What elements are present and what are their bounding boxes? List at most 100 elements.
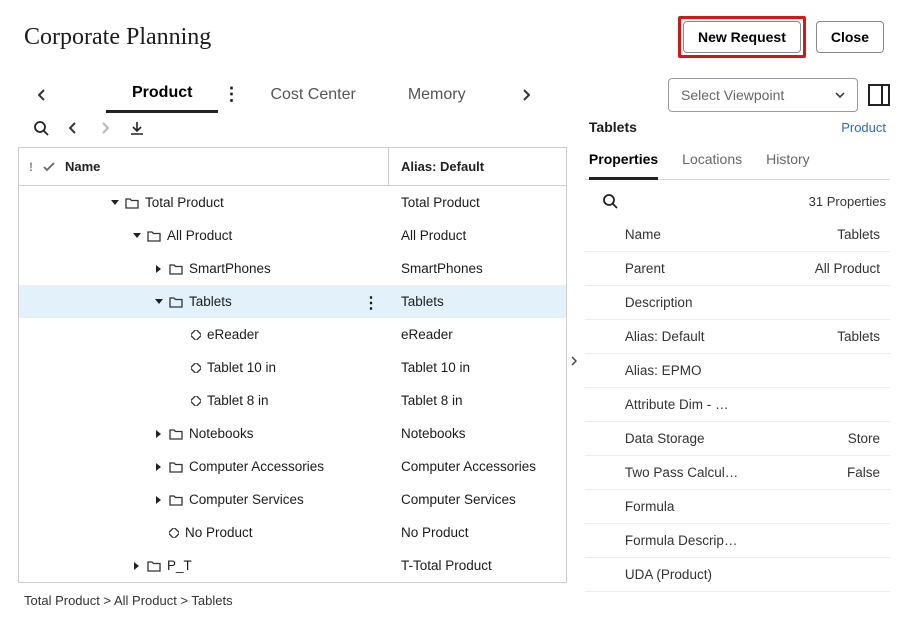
expander-toggle[interactable] bbox=[153, 430, 165, 438]
tree-row[interactable]: No ProductNo Product bbox=[19, 516, 566, 549]
property-row[interactable]: Formula bbox=[585, 490, 890, 524]
expander-toggle[interactable] bbox=[153, 299, 165, 305]
property-label: Attribute Dim - … bbox=[625, 397, 729, 412]
node-alias: T-Total Product bbox=[389, 558, 566, 573]
property-label: Description bbox=[625, 295, 693, 310]
tree-row[interactable]: SmartPhones SmartPhones bbox=[19, 252, 566, 285]
details-title: Tablets bbox=[589, 119, 637, 135]
viewpoint-select[interactable]: Select Viewpoint bbox=[668, 78, 858, 112]
column-header-name[interactable]: Name bbox=[65, 159, 100, 174]
expander-toggle[interactable] bbox=[131, 233, 143, 239]
page-title: Corporate Planning bbox=[24, 24, 211, 51]
property-value: Tablets bbox=[837, 227, 880, 242]
details-type-link[interactable]: Product bbox=[841, 120, 886, 135]
folder-icon bbox=[147, 560, 161, 572]
property-row[interactable]: Attribute Dim - … bbox=[585, 388, 890, 422]
nav-back-icon[interactable] bbox=[64, 119, 82, 137]
node-label: Notebooks bbox=[189, 426, 254, 441]
download-icon[interactable] bbox=[128, 119, 146, 137]
expander-toggle[interactable] bbox=[109, 200, 121, 206]
viewpoint-tab[interactable]: Product bbox=[106, 76, 218, 113]
node-label: Tablet 10 in bbox=[207, 360, 276, 375]
tab-more-icon[interactable]: ⋮ bbox=[218, 84, 244, 105]
property-label: Parent bbox=[625, 261, 665, 276]
properties-search-icon[interactable] bbox=[601, 192, 619, 210]
property-row[interactable]: ParentAll Product bbox=[585, 252, 890, 286]
folder-icon bbox=[125, 197, 139, 209]
warning-header-icon[interactable]: ! bbox=[29, 160, 33, 174]
node-label: SmartPhones bbox=[189, 261, 271, 276]
tabs-next-button[interactable] bbox=[512, 81, 540, 109]
viewpoint-tab[interactable]: Cost Center bbox=[244, 78, 381, 112]
node-label: Computer Accessories bbox=[189, 459, 324, 474]
details-tab[interactable]: Locations bbox=[682, 151, 742, 179]
chevron-down-icon bbox=[835, 92, 845, 98]
node-alias: Notebooks bbox=[389, 426, 566, 441]
property-label: UDA (Product) bbox=[625, 567, 712, 582]
folder-icon bbox=[169, 263, 183, 275]
property-row[interactable]: UDA (Product) bbox=[585, 558, 890, 592]
viewpoint-placeholder: Select Viewpoint bbox=[681, 87, 784, 103]
new-request-button[interactable]: New Request bbox=[683, 21, 801, 53]
expander-toggle[interactable] bbox=[153, 496, 165, 504]
property-row[interactable]: Data Storage Store bbox=[585, 422, 890, 456]
property-row[interactable]: Name Tablets bbox=[585, 218, 890, 252]
tree-row[interactable]: Notebooks Notebooks bbox=[19, 417, 566, 450]
property-label: Data Storage bbox=[625, 431, 705, 446]
node-alias: Total Product bbox=[389, 195, 566, 210]
property-row[interactable]: Description bbox=[585, 286, 890, 320]
property-label: Name bbox=[625, 227, 661, 242]
row-actions-icon[interactable]: ⋮ bbox=[363, 293, 379, 313]
property-row[interactable]: Alias: EPMO bbox=[585, 354, 890, 388]
search-icon[interactable] bbox=[32, 119, 50, 137]
property-row[interactable]: Two Pass Calcul…False bbox=[585, 456, 890, 490]
node-alias: All Product bbox=[389, 228, 566, 243]
node-alias: Tablet 8 in bbox=[389, 393, 566, 408]
breadcrumb[interactable]: Total Product > All Product > Tablets bbox=[18, 583, 567, 608]
tree-row[interactable]: eReadereReader bbox=[19, 318, 566, 351]
expander-toggle[interactable] bbox=[153, 265, 165, 273]
tree-row[interactable]: Computer AccessoriesComputer Accessories bbox=[19, 450, 566, 483]
folder-icon bbox=[169, 494, 183, 506]
tree-row[interactable]: Tablets⋮Tablets bbox=[19, 285, 566, 318]
node-alias: Tablets bbox=[389, 294, 566, 309]
tree-row[interactable]: All Product All Product bbox=[19, 219, 566, 252]
nav-forward-icon[interactable] bbox=[96, 119, 114, 137]
tree-row[interactable]: Computer Services Computer Services bbox=[19, 483, 566, 516]
node-alias: No Product bbox=[389, 525, 566, 540]
column-header-alias[interactable]: Alias: Default bbox=[389, 148, 566, 185]
viewpoint-tab[interactable]: Memory bbox=[382, 78, 492, 112]
check-header-icon[interactable] bbox=[43, 162, 55, 172]
node-alias: Computer Services bbox=[389, 492, 566, 507]
leaf-icon bbox=[191, 330, 201, 340]
property-value: Tablets bbox=[837, 329, 880, 344]
panel-layout-toggle[interactable] bbox=[868, 84, 890, 106]
expander-toggle[interactable] bbox=[131, 562, 143, 570]
property-row[interactable]: Alias: Default Tablets bbox=[585, 320, 890, 354]
folder-icon bbox=[169, 296, 183, 308]
property-row[interactable]: Formula Descrip… bbox=[585, 524, 890, 558]
node-label: Tablet 8 in bbox=[207, 393, 269, 408]
property-value: Store bbox=[848, 431, 880, 446]
node-alias: eReader bbox=[389, 327, 566, 342]
pane-resize-handle[interactable] bbox=[567, 113, 581, 608]
node-alias: SmartPhones bbox=[389, 261, 566, 276]
property-label: Formula bbox=[625, 499, 675, 514]
details-tab[interactable]: Properties bbox=[589, 151, 658, 180]
property-label: Formula Descrip… bbox=[625, 533, 738, 548]
tree-row[interactable]: Total ProductTotal Product bbox=[19, 186, 566, 219]
tree-row[interactable]: P_TT-Total Product bbox=[19, 549, 566, 582]
details-tab[interactable]: History bbox=[766, 151, 810, 179]
node-label: All Product bbox=[167, 228, 232, 243]
tree-row[interactable]: Tablet 10 inTablet 10 in bbox=[19, 351, 566, 384]
tabs-prev-button[interactable] bbox=[28, 81, 56, 109]
folder-icon bbox=[169, 428, 183, 440]
close-button[interactable]: Close bbox=[816, 21, 884, 53]
leaf-icon bbox=[191, 396, 201, 406]
highlight-annotation: New Request bbox=[678, 16, 806, 58]
node-label: Computer Services bbox=[189, 492, 304, 507]
expander-toggle[interactable] bbox=[153, 463, 165, 471]
tree-row[interactable]: Tablet 8 in Tablet 8 in bbox=[19, 384, 566, 417]
properties-count: 31 Properties bbox=[809, 194, 886, 209]
property-label: Alias: Default bbox=[625, 329, 705, 344]
